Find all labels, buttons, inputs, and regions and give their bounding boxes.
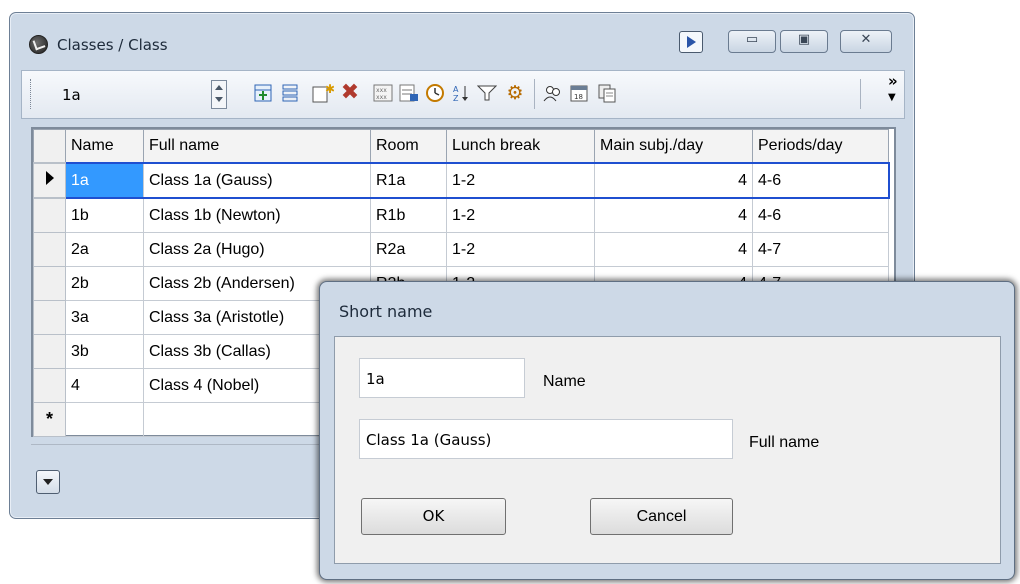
window-title: Classes / Class — [57, 36, 168, 54]
cell-name[interactable] — [65, 402, 144, 437]
toolbar-grip[interactable] — [30, 79, 33, 109]
column-header[interactable]: Lunch break — [446, 129, 595, 164]
cell-main-subj-day[interactable]: 4 — [594, 162, 753, 199]
grid-icon[interactable]: xxx xxx — [372, 82, 394, 104]
table-row[interactable]: 2a Class 2a (Hugo) R2a 1-2 4 4-7 — [33, 232, 889, 267]
cancel-button[interactable]: Cancel — [590, 498, 733, 535]
settings-icon[interactable]: ⚙ — [504, 82, 526, 104]
cell-periods-day[interactable]: 4-7 — [752, 232, 889, 267]
new-row-star-icon: * — [45, 409, 53, 429]
cell-full-name[interactable]: Class 1b (Newton) — [143, 197, 371, 233]
cell-name[interactable]: 3b — [65, 334, 144, 369]
current-row-arrow-icon — [45, 171, 54, 185]
column-header[interactable]: Periods/day — [752, 129, 889, 164]
close-button[interactable]: ✕ — [840, 30, 892, 53]
title-bar[interactable]: Classes / Class ▭ ▣ ✕ — [10, 13, 914, 69]
new-row-icon[interactable] — [252, 82, 274, 104]
cell-main-subj-day[interactable]: 4 — [594, 197, 753, 233]
dialog-title: Short name — [339, 302, 433, 321]
short-name-dialog: Short name 1a Name Class 1a (Gauss) Full… — [319, 281, 1015, 580]
minimize-icon: ▭ — [745, 32, 759, 47]
close-icon: ✕ — [860, 32, 872, 47]
full-name-label: Full name — [749, 434, 820, 451]
full-name-input[interactable]: Class 1a (Gauss) — [359, 419, 733, 459]
class-selector-combo[interactable]: 1a — [42, 81, 224, 107]
dialog-body: 1a Name Class 1a (Gauss) Full name OK Ca… — [334, 336, 1001, 564]
row-indicator[interactable] — [33, 334, 66, 369]
table-row[interactable]: 1b Class 1b (Newton) R1b 1-2 4 4-6 — [33, 197, 889, 233]
svg-text:Z: Z — [453, 94, 459, 103]
cell-lunch-break[interactable]: 1-2 — [446, 232, 595, 267]
cell-room[interactable]: R1a — [370, 162, 447, 199]
current-row-indicator[interactable] — [33, 162, 66, 199]
cell-name[interactable]: 2a — [65, 232, 144, 267]
column-header[interactable]: Name — [65, 129, 144, 164]
table-row[interactable]: 1a Class 1a (Gauss) R1a 1-2 4 4-6 — [33, 162, 890, 199]
svg-text:18: 18 — [574, 93, 583, 101]
filter-icon[interactable] — [476, 82, 498, 104]
maximize-button[interactable]: ▣ — [780, 30, 828, 53]
minimize-button[interactable]: ▭ — [728, 30, 776, 53]
column-header[interactable]: Full name — [143, 129, 371, 164]
copy-icon[interactable] — [596, 82, 618, 104]
sort-icon[interactable]: AZ — [450, 82, 472, 104]
cell-name[interactable]: 1a — [65, 162, 144, 199]
cell-main-subj-day[interactable]: 4 — [594, 232, 753, 267]
chevron-down-icon: ▼ — [888, 92, 896, 103]
column-header[interactable]: Room — [370, 129, 447, 164]
svg-text:A: A — [453, 85, 459, 94]
class-spinner[interactable] — [211, 80, 227, 109]
navigate-arrow-button[interactable] — [679, 31, 703, 53]
clock-icon[interactable] — [424, 82, 446, 104]
svg-text:xxx: xxx — [376, 87, 387, 94]
name-input[interactable]: 1a — [359, 358, 525, 398]
maximize-icon: ▣ — [797, 32, 811, 47]
cell-name[interactable]: 1b — [65, 197, 144, 233]
cell-periods-day[interactable]: 4-6 — [752, 197, 889, 233]
column-header[interactable]: Main subj./day — [594, 129, 753, 164]
cell-full-name[interactable]: Class 2a (Hugo) — [143, 232, 371, 267]
ok-button[interactable]: OK — [361, 498, 506, 535]
header-indicator — [33, 129, 66, 164]
overflow-label: » — [888, 72, 898, 90]
toolbar-separator — [860, 79, 861, 109]
app-clock-icon — [29, 35, 48, 54]
new-row-indicator[interactable]: * — [33, 402, 66, 437]
cell-name[interactable]: 3a — [65, 300, 144, 335]
svg-text:xxx: xxx — [376, 94, 387, 101]
row-indicator[interactable] — [33, 266, 66, 301]
cell-lunch-break[interactable]: 1-2 — [446, 197, 595, 233]
toolbar: 1a ✱ ✖ xxx xxx AZ ⚙ 18 » ▼ — [21, 70, 905, 119]
row-indicator[interactable] — [33, 232, 66, 267]
report-icon[interactable] — [398, 82, 420, 104]
toolbar-separator — [534, 79, 535, 109]
cell-room[interactable]: R1b — [370, 197, 447, 233]
cell-lunch-break[interactable]: 1-2 — [446, 162, 595, 199]
class-selector-value: 1a — [62, 86, 81, 104]
cell-periods-day[interactable]: 4-6 — [752, 162, 890, 199]
cell-full-name[interactable]: Class 1a (Gauss) — [143, 162, 371, 199]
cell-name[interactable]: 2b — [65, 266, 144, 301]
row-indicator[interactable] — [33, 368, 66, 403]
svg-text:✱: ✱ — [325, 83, 334, 96]
delete-icon[interactable]: ✖ — [339, 82, 361, 104]
cell-room[interactable]: R2a — [370, 232, 447, 267]
row-indicator[interactable] — [33, 300, 66, 335]
expand-panel-button[interactable] — [36, 470, 60, 494]
toolbar-overflow-icon[interactable]: » ▼ — [888, 74, 898, 105]
people-icon[interactable] — [542, 82, 564, 104]
table-header-row: Name Full name Room Lunch break Main sub… — [33, 129, 889, 164]
list-icon[interactable] — [279, 82, 301, 104]
row-indicator[interactable] — [33, 197, 66, 233]
cell-name[interactable]: 4 — [65, 368, 144, 403]
new-item-icon[interactable]: ✱ — [312, 82, 334, 104]
calendar-icon[interactable]: 18 — [568, 82, 590, 104]
name-label: Name — [543, 373, 586, 390]
